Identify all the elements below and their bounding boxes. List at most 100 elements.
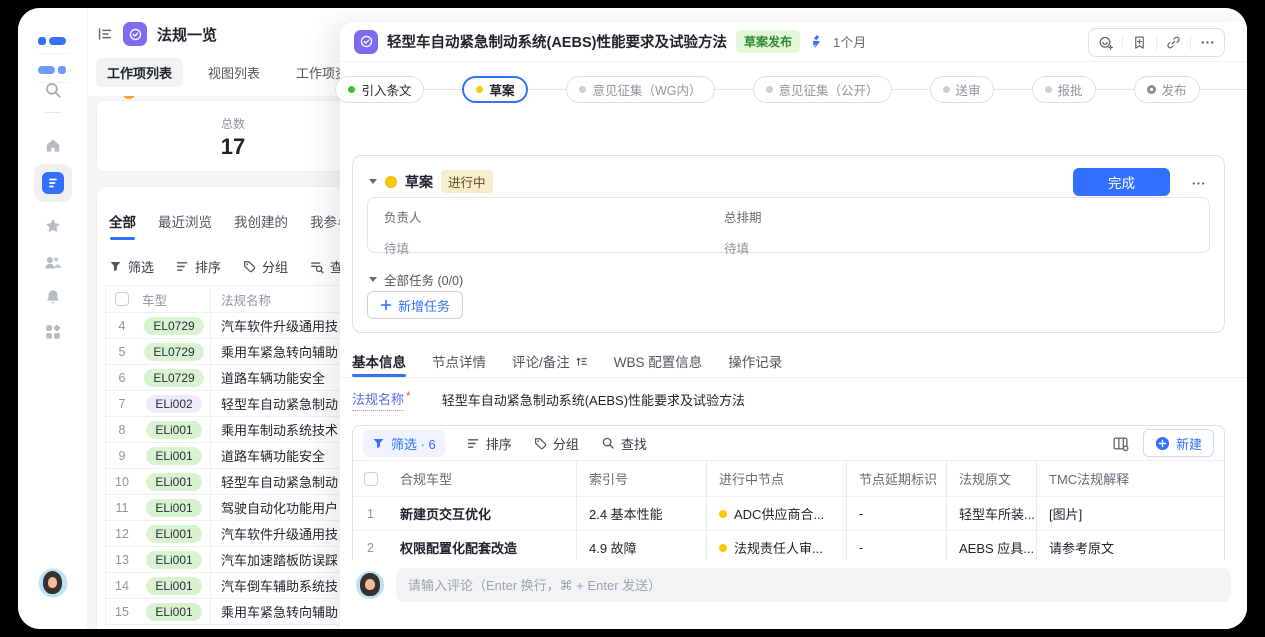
- owner-value[interactable]: 待填: [384, 238, 422, 257]
- page-title: 法规一览: [157, 24, 217, 45]
- filter-chip[interactable]: 筛选 · 6: [363, 430, 445, 457]
- model-badge: ELi002: [146, 395, 201, 413]
- more-icon[interactable]: [1191, 29, 1224, 56]
- complete-button[interactable]: 完成: [1073, 168, 1170, 196]
- tab-all[interactable]: 全部: [109, 211, 136, 240]
- node-more-icon[interactable]: [1191, 176, 1206, 191]
- model-badge: ELi001: [146, 603, 201, 621]
- node-dot: [719, 544, 727, 552]
- required-mark: *: [406, 389, 411, 403]
- search-icon[interactable]: [43, 80, 63, 100]
- project-check-icon: [123, 22, 147, 46]
- detail-title: 轻型车自动紧急制动系统(AEBS)性能要求及试验方法: [387, 31, 727, 52]
- model-badge: EL0729: [144, 369, 203, 387]
- node-dot: [719, 510, 727, 518]
- tasks-caret-icon[interactable]: [369, 277, 377, 282]
- app-window: 法规一览 工作项列表 视图列表 工作项资源库 总数 17 全部 最近浏览 我创建…: [18, 8, 1247, 629]
- step-intro[interactable]: 引入条文: [335, 76, 424, 103]
- grid-row[interactable]: 1 新建页交互优化 2.4 基本性能 ADC供应商合... - 轻型车所装...…: [353, 497, 1224, 531]
- home-icon[interactable]: [43, 136, 63, 156]
- total-label: 总数: [203, 115, 263, 132]
- bell-icon[interactable]: [43, 287, 63, 307]
- model-badge: ELi001: [146, 525, 201, 543]
- tab-comments[interactable]: 评论/备注: [512, 345, 588, 377]
- grid-header-row: 合规车型 索引号 进行中节点 节点延期标识 法规原文 TMC法规解释: [353, 461, 1224, 497]
- model-badge: ELi001: [146, 577, 201, 595]
- workflow-stepper: 引入条文 草案 意见征集（WG内） 意见征集（公开） 送审 报批 发布: [340, 74, 1247, 104]
- step-publish[interactable]: 发布: [1134, 76, 1200, 103]
- col-index: 索引号: [576, 461, 706, 496]
- comment-avatar: [356, 571, 384, 599]
- collapse-caret-icon[interactable]: [369, 179, 377, 184]
- schedule-label: 总排期: [724, 207, 762, 226]
- model-badge: ELi001: [146, 421, 201, 439]
- step-wg-feedback[interactable]: 意见征集（WG内）: [566, 76, 714, 103]
- col-model: 车型: [138, 290, 210, 309]
- tab-workitem-list[interactable]: 工作项列表: [96, 58, 183, 87]
- list-toolbar: 筛选 排序 分组 查找: [109, 257, 356, 276]
- tab-node-details[interactable]: 节点详情: [432, 345, 486, 377]
- node-status-dot: [385, 176, 397, 188]
- total-value: 17: [203, 134, 263, 160]
- draft-node-card: 草案 进行中 完成 负责人 待填 总排期 待填 全部任务 (0/0): [352, 155, 1225, 333]
- field-value[interactable]: 轻型车自动紧急制动系统(AEBS)性能要求及试验方法: [442, 389, 745, 409]
- select-all-checkbox[interactable]: [115, 292, 129, 306]
- step-approval[interactable]: 报批: [1032, 76, 1096, 103]
- step-review[interactable]: 送审: [930, 76, 994, 103]
- view-tabs: 全部 最近浏览 我创建的 我参与的: [109, 211, 364, 240]
- star-icon[interactable]: [43, 216, 63, 236]
- node-name: 草案: [405, 172, 433, 192]
- tab-basic-info[interactable]: 基本信息: [352, 345, 406, 377]
- filter-button[interactable]: 筛选: [109, 257, 154, 276]
- new-record-button[interactable]: 新建: [1143, 429, 1214, 457]
- grid-sort-button[interactable]: 排序: [467, 434, 512, 453]
- app-logo-icon: [38, 28, 68, 86]
- column-settings-icon[interactable]: [1112, 435, 1129, 452]
- owner-label: 负责人: [384, 207, 422, 226]
- group-button[interactable]: 分组: [243, 257, 288, 276]
- link-icon[interactable]: [1157, 29, 1190, 56]
- col-tmc: TMC法规解释: [1036, 461, 1224, 496]
- model-badge: ELi001: [146, 473, 201, 491]
- detail-app-icon: [354, 30, 378, 54]
- grid-toolbar: 筛选 · 6 排序 分组 查找: [353, 426, 1224, 461]
- grid-select-all-checkbox[interactable]: [364, 472, 378, 486]
- step-draft[interactable]: 草案: [462, 76, 528, 103]
- tasks-label: 全部任务 (0/0): [384, 270, 463, 289]
- tab-view-list[interactable]: 视图列表: [197, 58, 271, 87]
- add-reaction-icon[interactable]: [1089, 29, 1122, 56]
- sidebar-item-projects-active[interactable]: [34, 164, 72, 202]
- grid-find-button[interactable]: 查找: [601, 434, 647, 453]
- collapse-sidebar-icon[interactable]: [97, 26, 113, 42]
- col-vehicle: 合规车型: [388, 461, 576, 496]
- apps-grid-icon[interactable]: [43, 322, 63, 342]
- tab-created-by-me[interactable]: 我创建的: [234, 211, 288, 240]
- user-avatar[interactable]: [38, 568, 68, 598]
- tab-wbs-config[interactable]: WBS 配置信息: [614, 345, 703, 377]
- comment-sort-icon: [575, 355, 588, 368]
- model-badge: ELi001: [146, 499, 201, 517]
- add-task-button[interactable]: 新增任务: [367, 291, 463, 319]
- col-delay: 节点延期标识: [846, 461, 946, 496]
- step-public-feedback[interactable]: 意见征集（公开）: [753, 76, 892, 103]
- field-label[interactable]: 法规名称: [352, 389, 404, 411]
- sort-button[interactable]: 排序: [176, 257, 221, 276]
- schedule-value[interactable]: 待填: [724, 238, 762, 257]
- header-actions: [1088, 28, 1225, 57]
- model-badge: EL0729: [144, 317, 203, 335]
- team-icon[interactable]: [43, 252, 63, 272]
- status-badge: 草案发布: [736, 30, 800, 53]
- col-node: 进行中节点: [706, 461, 846, 496]
- tab-activity-log[interactable]: 操作记录: [728, 345, 782, 377]
- node-status-badge: 进行中: [441, 170, 493, 193]
- project-app-icon: [42, 172, 64, 194]
- bookmark-add-icon[interactable]: [1123, 29, 1156, 56]
- comment-input[interactable]: [396, 568, 1231, 602]
- pin-icon[interactable]: [809, 34, 824, 49]
- tab-recent[interactable]: 最近浏览: [158, 211, 212, 240]
- model-badge: ELi001: [146, 551, 201, 569]
- grid-group-button[interactable]: 分组: [534, 434, 579, 453]
- detail-header: 轻型车自动紧急制动系统(AEBS)性能要求及试验方法 草案发布 1个月: [340, 22, 1247, 62]
- detail-tabs: 基本信息 节点详情 评论/备注 WBS 配置信息 操作记录: [340, 345, 1247, 378]
- app-rail: [18, 8, 88, 629]
